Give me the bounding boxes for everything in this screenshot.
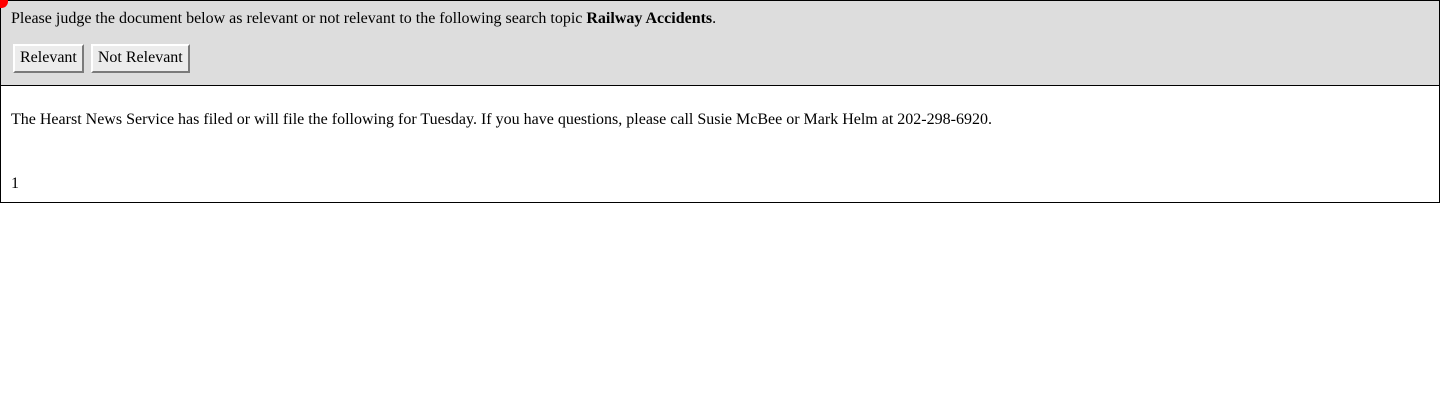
instruction-text: Please judge the document below as relev… bbox=[11, 9, 1429, 28]
relevant-button[interactable]: Relevant bbox=[13, 44, 84, 73]
cursor-indicator bbox=[0, 0, 8, 8]
judgment-frame: Please judge the document below as relev… bbox=[0, 0, 1440, 203]
instruction-prefix: Please judge the document below as relev… bbox=[11, 10, 587, 27]
judgment-panel: Please judge the document below as relev… bbox=[0, 0, 1439, 86]
judgment-buttons: Relevant Not Relevant bbox=[11, 44, 1429, 73]
not-relevant-button[interactable]: Not Relevant bbox=[90, 44, 190, 73]
instruction-suffix: . bbox=[712, 10, 717, 27]
document-text: The Hearst News Service has filed or wil… bbox=[11, 111, 992, 128]
document-body: The Hearst News Service has filed or wil… bbox=[1, 86, 1439, 202]
page-number: 1 bbox=[11, 175, 19, 192]
search-topic: Railway Accidents bbox=[586, 10, 713, 27]
